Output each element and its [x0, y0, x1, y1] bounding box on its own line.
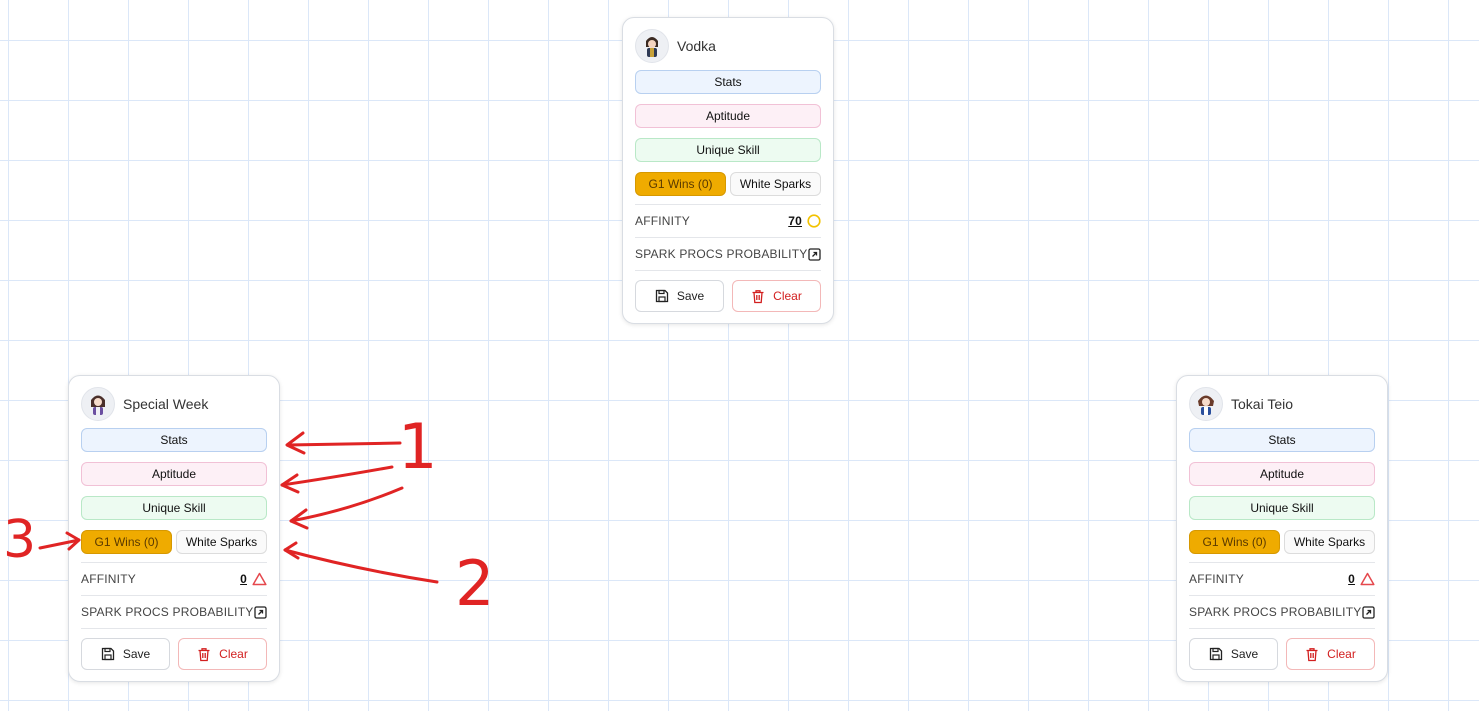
- annotation-arrow-unique-skill: [289, 486, 404, 523]
- annotation-arrow-aptitude: [280, 465, 394, 487]
- annotation-label-2: 2: [455, 547, 494, 620]
- annotation-arrow-white-sparks: [283, 548, 439, 584]
- annotation-arrow-stats: [286, 441, 402, 447]
- annotation-label-1: 1: [398, 410, 437, 483]
- annotation-overlay: 1 2 3: [3, 410, 494, 620]
- annotation-label-3: 3: [3, 510, 36, 570]
